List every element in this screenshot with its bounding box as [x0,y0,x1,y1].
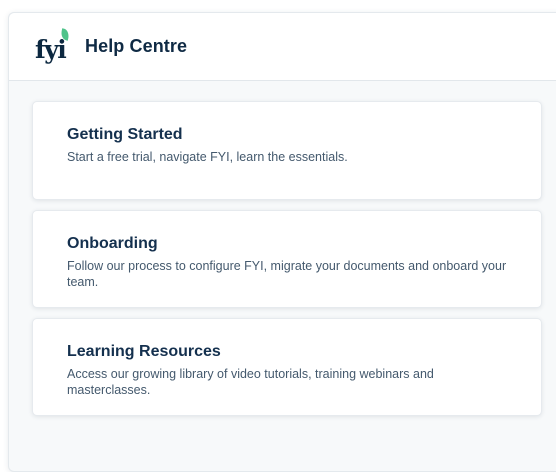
card-description: Start a free trial, navigate FYI, learn … [67,150,348,164]
card-onboarding[interactable]: Onboarding Follow our process to configu… [32,210,542,308]
help-centre-panel: fyi Help Centre Getting Started Start a … [8,12,556,472]
page-title: Help Centre [85,36,188,56]
card-title: Getting Started [67,126,183,143]
logo-text: fyi [35,34,67,64]
help-topics-list: Getting Started Start a free trial, navi… [32,101,542,426]
card-getting-started[interactable]: Getting Started Start a free trial, navi… [32,101,542,200]
card-description: Follow our process to configure FYI, mig… [67,259,507,289]
card-learning-resources[interactable]: Learning Resources Access our growing li… [32,318,542,416]
help-centre-header: fyi Help Centre [9,13,556,81]
card-title: Onboarding [67,235,158,252]
card-title: Learning Resources [67,343,221,360]
card-description: Access our growing library of video tuto… [67,367,434,397]
fyi-logo[interactable]: fyi [35,27,71,64]
